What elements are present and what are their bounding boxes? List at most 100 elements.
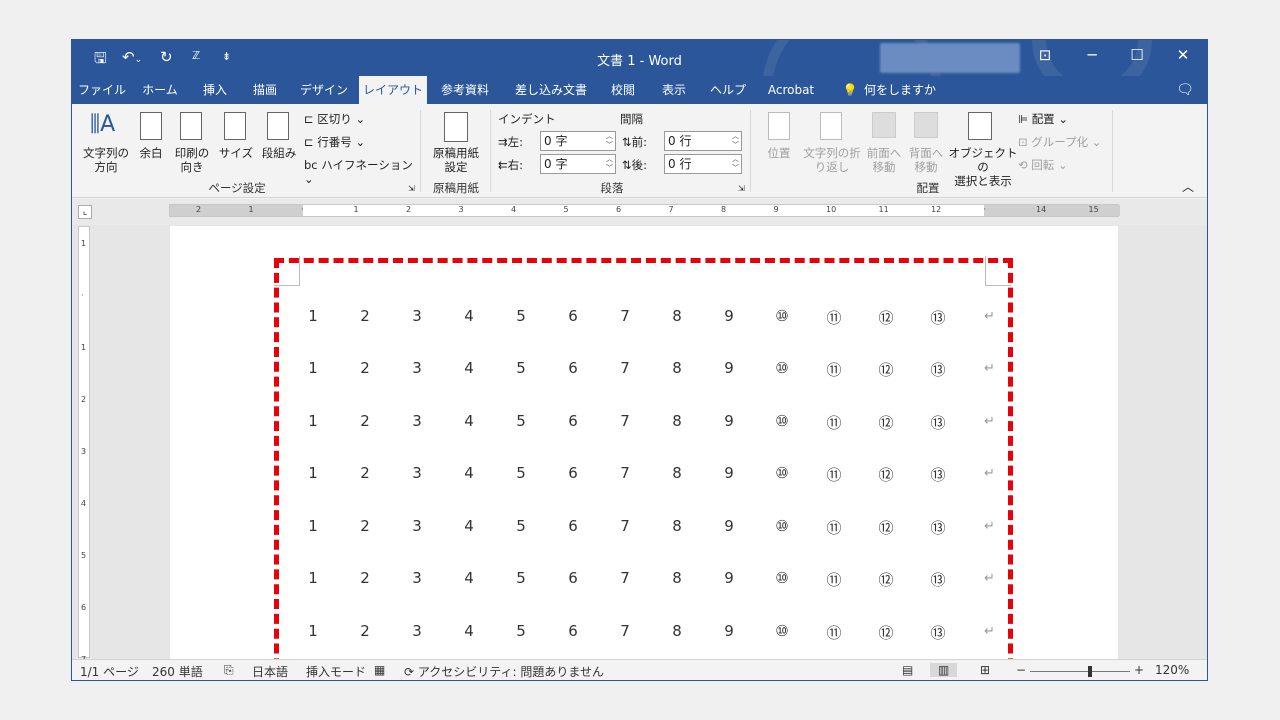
insert-mode-indicator[interactable]: 挿入モード [306,663,366,680]
account-area[interactable] [880,43,1020,73]
ruler-mark: 2 [406,205,412,214]
arrange-group-label: 配置 [916,181,940,195]
touch-mode-icon[interactable]: ℤ [192,49,200,62]
paragraph-dialog-icon[interactable]: ⇲ [738,182,745,196]
ruler-margin [984,205,1120,216]
proofing-icon[interactable]: ⎘ [224,663,234,678]
margins-icon [140,112,162,140]
size-button[interactable]: サイズ [216,146,256,160]
group-button[interactable]: ⊡ グループ化 ⌄ [1018,135,1108,149]
columns-icon [267,112,289,140]
rotate-button[interactable]: ⟲ 回転 ⌄ [1018,158,1098,172]
position-button[interactable]: 位置 [758,146,800,160]
accessibility-status[interactable]: ⟳ アクセシビリティ: 問題ありません [404,663,604,680]
spin-arrows-icon[interactable]: ︿ ﹀ [732,132,739,150]
send-backward-button[interactable]: 背面へ 移動 [906,146,946,174]
ruler-mark: 6 [81,603,87,612]
redo-icon[interactable]: ↻ [160,48,173,66]
horizontal-ruler[interactable]: 2 1 · 1 2 3 4 5 6 7 8 9 10 11 12 · 14 15 [169,204,1120,217]
ruler-mark: 11 [878,205,889,214]
indent-left-input[interactable]: 0 字 ︿ ﹀ [540,131,616,151]
genko-settings-button[interactable]: 原稿用紙 設定 [426,146,486,174]
spin-arrows-icon[interactable]: ︿ ﹀ [606,155,613,173]
hyphenation-button[interactable]: bc ハイフネーション ⌄ [304,158,414,186]
maximize-button[interactable]: ☐ [1125,46,1149,64]
title-bar: 🖫 ↶⌄ ↻ ℤ ⇟ 文書 1 - Word ⊡ ─ ☐ ✕ [72,40,1207,180]
collapse-ribbon-icon[interactable]: ︿ [1182,180,1194,194]
zoom-out-button[interactable]: − [1016,663,1026,677]
ruler-mark: 15 [1088,205,1099,214]
tab-selector-icon[interactable]: ⌞ [78,205,92,219]
tab-help[interactable]: ヘルプ [704,76,752,104]
save-icon[interactable]: 🖫 [94,48,107,73]
ribbon-display-icon[interactable]: ⊡ [1033,46,1057,64]
tab-draw[interactable]: 描画 [242,76,288,104]
spacing-after-input[interactable]: 0 行 ︿ ﹀ [664,154,742,174]
spacing-after-label: ⇅後: [622,158,648,172]
columns-button[interactable]: 段組み [258,146,300,160]
language-indicator[interactable]: 日本語 [252,663,288,680]
tab-layout[interactable]: レイアウト [359,76,427,104]
ruler-mark: 9 [773,205,779,214]
web-layout-icon[interactable]: ⊞ [980,663,990,677]
lightbulb-icon: 💡 [842,83,858,97]
indent-left-icon: ⇉ [498,135,508,149]
tab-acrobat[interactable]: Acrobat [760,76,822,104]
breaks-icon: ⊏ [304,112,318,126]
macro-icon[interactable]: ▦ [374,663,385,677]
undo-icon[interactable]: ↶⌄ [122,48,142,66]
ruler-margin [170,205,303,216]
wrap-text-button[interactable]: 文字列の折 り返し [800,146,864,174]
zoom-slider-thumb[interactable] [1088,666,1092,677]
minimize-button[interactable]: ─ [1080,46,1104,64]
ruler-mark: 10 [826,205,837,214]
page-setup-dialog-icon[interactable]: ⇲ [408,182,415,196]
text-direction-button[interactable]: 文字列の 方向 [78,146,134,174]
tab-references[interactable]: 参考資料 [434,76,496,104]
orientation-icon [180,112,202,140]
tab-file[interactable]: ファイル [76,76,128,104]
group-separator [1112,110,1113,192]
tab-home[interactable]: ホーム [134,76,186,104]
align-icon: ⊫ [1018,112,1032,126]
margins-button[interactable]: 余白 [132,146,170,160]
text-direction-icon: ⫼A [90,112,116,137]
orientation-button[interactable]: 印刷の 向き [170,146,214,174]
breaks-button[interactable]: ⊏ 区切り ⌄ [304,112,394,126]
ruler-mark: 8 [721,205,727,214]
spin-arrows-icon[interactable]: ︿ ﹀ [732,155,739,173]
bring-forward-button[interactable]: 前面へ 移動 [862,146,906,174]
wrap-text-icon [820,112,842,140]
read-mode-icon[interactable]: ▤ [902,663,913,677]
tab-insert[interactable]: 挿入 [192,76,238,104]
zoom-level[interactable]: 120% [1155,663,1189,677]
tab-mailings[interactable]: 差し込み文書 [508,76,594,104]
spacing-after-icon: ⇅ [622,158,632,172]
word-window: 🖫 ↶⌄ ↻ ℤ ⇟ 文書 1 - Word ⊡ ─ ☐ ✕ ファイル ホーム … [71,39,1208,681]
align-button[interactable]: ⊫ 配置 ⌄ [1018,112,1098,126]
selection-pane-icon [968,112,992,140]
selection-pane-button[interactable]: オブジェクトの 選択と表示 [946,146,1020,188]
tab-design[interactable]: デザイン [296,76,352,104]
word-count[interactable]: 260 単語 [152,663,203,680]
page-count[interactable]: 1/1 ページ [80,663,139,680]
zoom-in-button[interactable]: + [1134,663,1144,677]
print-layout-icon[interactable]: ▥ [930,663,958,677]
line-numbers-button[interactable]: ⊏ 行番号 ⌄ [304,135,394,149]
spacing-before-input[interactable]: 0 行 ︿ ﹀ [664,131,742,151]
comments-icon[interactable]: 🗨 [1172,76,1198,104]
spin-arrows-icon[interactable]: ︿ ﹀ [606,132,613,150]
zoom-slider[interactable] [1030,666,1130,677]
horizontal-ruler-area: ⌞ 2 1 · 1 2 3 4 5 6 7 8 9 10 11 12 · 14 15 [72,199,1207,225]
close-button[interactable]: ✕ [1171,46,1195,64]
vertical-ruler[interactable]: 1·1234567 [78,226,90,664]
customize-icon[interactable]: ⇟ [222,50,231,63]
group-separator [750,110,751,192]
indent-right-input[interactable]: 0 字 ︿ ﹀ [540,154,616,174]
tab-view[interactable]: 表示 [652,76,696,104]
tell-me-box[interactable]: 何をしますか [864,76,936,104]
ruler-mark: 5 [563,205,569,214]
tab-review[interactable]: 校閲 [602,76,644,104]
rotate-icon: ⟲ [1018,158,1032,172]
line-numbers-icon: ⊏ [304,135,318,149]
